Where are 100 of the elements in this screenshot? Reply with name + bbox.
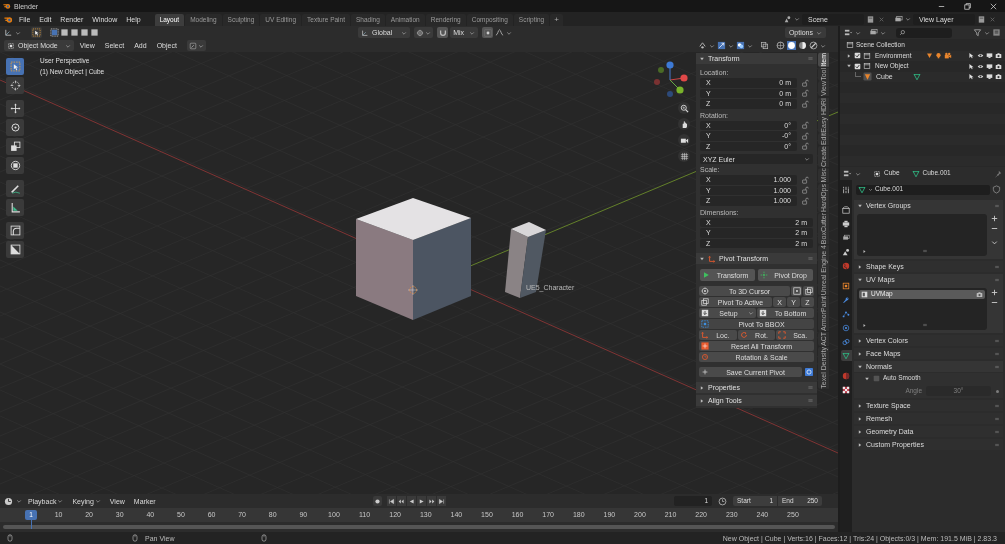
proportional-edit-button[interactable] — [482, 27, 494, 38]
scene-icon[interactable] — [783, 14, 792, 24]
monitor-icon[interactable] — [986, 73, 993, 81]
restore-icon[interactable] — [963, 1, 972, 11]
overlay-toggle-icon[interactable] — [736, 41, 745, 50]
editor-type-icon[interactable] — [844, 28, 853, 37]
camera-icon[interactable] — [995, 73, 1002, 81]
drag-handle-icon — [994, 202, 1000, 209]
select-tool-button[interactable] — [31, 27, 42, 38]
search-field[interactable] — [896, 27, 952, 38]
add-icon[interactable] — [990, 288, 999, 297]
tool-button[interactable] — [6, 241, 24, 258]
tool-button[interactable] — [6, 222, 24, 239]
solid-shading-icon[interactable] — [787, 41, 796, 50]
record-icon[interactable] — [373, 497, 381, 505]
unlocked-icon[interactable] — [801, 196, 809, 205]
zoom-icon[interactable] — [679, 103, 689, 113]
overlay-dropdown[interactable] — [186, 40, 206, 51]
tool-button[interactable] — [6, 199, 24, 216]
next-keyframe-icon[interactable] — [427, 497, 435, 505]
properties-tab[interactable] — [840, 184, 852, 195]
properties-tab[interactable] — [840, 384, 852, 395]
pin-icon[interactable] — [994, 169, 1002, 178]
properties-tab[interactable] — [840, 246, 852, 257]
monitor-icon[interactable] — [986, 52, 993, 60]
squares-icon[interactable] — [804, 287, 813, 295]
dropdown-icon[interactable] — [990, 238, 999, 247]
add-icon[interactable] — [990, 214, 999, 223]
drag-handle-icon — [994, 428, 1000, 435]
unlocked-icon[interactable] — [801, 99, 809, 108]
xray-icon[interactable] — [760, 41, 769, 50]
dot-icon — [483, 28, 492, 37]
gizmo-toggle-icon[interactable] — [717, 41, 726, 50]
tool-button[interactable] — [6, 77, 24, 94]
caret-icon — [16, 498, 22, 504]
tool-button[interactable] — [6, 157, 24, 174]
add-workspace-button[interactable]: + — [550, 14, 563, 26]
mesh-icon — [912, 72, 921, 81]
fake-user-icon[interactable] — [992, 185, 1001, 194]
scrollbar[interactable] — [3, 525, 835, 529]
drag-handle-icon — [994, 276, 1000, 283]
tool-button[interactable] — [6, 100, 24, 117]
eye-icon[interactable] — [977, 52, 984, 60]
material-shading-icon[interactable] — [798, 41, 807, 50]
new-collection-icon[interactable] — [992, 28, 1001, 37]
tool-icon — [842, 185, 850, 194]
mesh-icon — [911, 169, 920, 178]
display-mode-icon[interactable] — [869, 28, 878, 37]
snap-toggle-button[interactable] — [437, 27, 449, 38]
editor-type-icon[interactable] — [4, 496, 13, 506]
editor-type-icon[interactable] — [4, 28, 13, 37]
checkbox[interactable] — [854, 52, 861, 60]
layers-icon — [842, 233, 850, 242]
drag-handle-icon — [807, 55, 814, 62]
copy-icon[interactable] — [977, 14, 986, 24]
unlocked-icon[interactable] — [801, 131, 809, 140]
camera-icon[interactable] — [995, 62, 1002, 70]
dot-square-icon[interactable] — [792, 287, 801, 295]
checker-icon — [842, 385, 850, 394]
tool-button[interactable] — [6, 119, 24, 136]
unlocked-icon[interactable] — [801, 142, 809, 151]
copy-icon[interactable] — [866, 14, 875, 24]
caret-icon — [804, 156, 810, 162]
play-reverse-icon[interactable] — [407, 497, 415, 505]
camera-icon[interactable] — [995, 52, 1002, 60]
caret-icon — [506, 29, 513, 36]
eye-icon[interactable] — [977, 73, 984, 81]
drag-handle-icon — [807, 255, 814, 262]
unlocked-icon[interactable] — [801, 175, 809, 184]
play-icon[interactable] — [417, 497, 425, 505]
link-icon — [842, 337, 850, 346]
previous-keyframe-icon[interactable] — [397, 497, 405, 505]
wireframe-shading-icon[interactable] — [776, 41, 785, 50]
rendered-shading-icon[interactable] — [809, 41, 818, 50]
checkbox[interactable] — [854, 62, 861, 70]
filter-icon[interactable] — [973, 28, 982, 37]
jump-start-icon[interactable] — [387, 497, 395, 505]
clock-icon[interactable] — [718, 496, 727, 506]
close-icon[interactable] — [989, 1, 998, 11]
falloff-curve-icon[interactable] — [495, 28, 505, 37]
tool-button[interactable] — [6, 180, 24, 197]
properties-tab[interactable] — [840, 204, 852, 215]
tool-button[interactable] — [6, 138, 24, 155]
unlocked-icon[interactable] — [801, 121, 809, 130]
printer-icon — [842, 219, 850, 228]
properties-tab[interactable] — [840, 232, 852, 243]
unlocked-icon[interactable] — [801, 186, 809, 195]
eye-icon[interactable] — [977, 62, 984, 70]
editor-type-icon[interactable] — [843, 169, 852, 178]
properties-tab[interactable] — [840, 218, 852, 229]
properties-tab[interactable] — [840, 280, 852, 291]
jump-end-icon[interactable] — [437, 497, 445, 505]
view-layer-icon[interactable] — [894, 14, 903, 24]
monitor-icon[interactable] — [986, 62, 993, 70]
unlocked-icon[interactable] — [801, 89, 809, 98]
pivot-point-dropdown[interactable] — [414, 27, 434, 38]
grid-icon[interactable] — [679, 151, 689, 161]
unlocked-icon[interactable] — [801, 78, 809, 87]
checkbox[interactable] — [873, 375, 880, 382]
blender-menu-icon[interactable] — [4, 14, 13, 24]
